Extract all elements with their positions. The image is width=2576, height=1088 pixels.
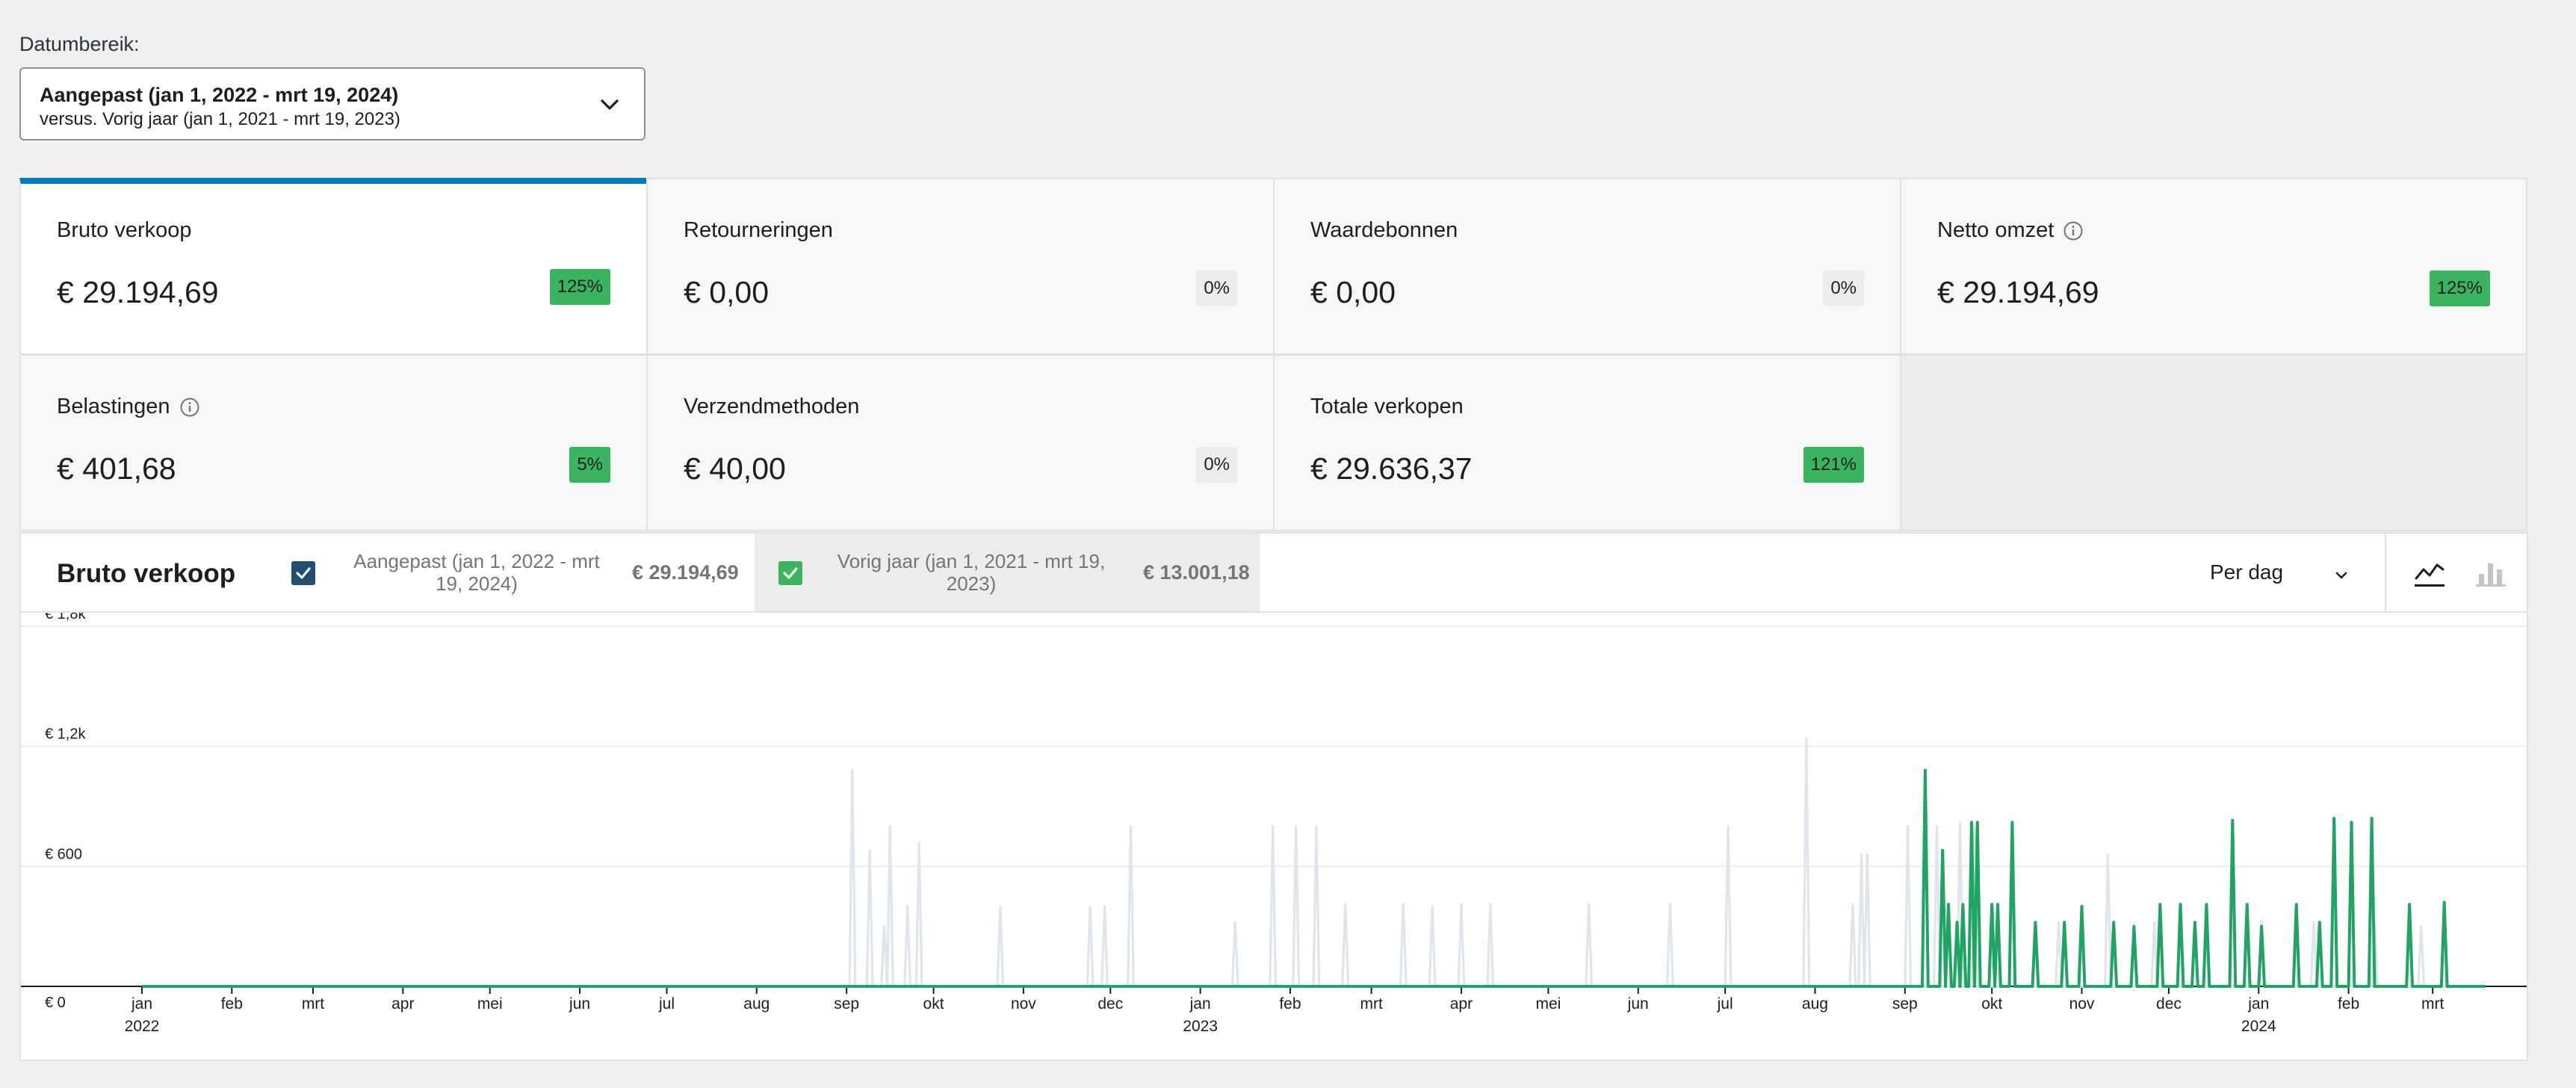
checkbox-current[interactable]	[291, 561, 315, 585]
summary-label-text: Totale verkopen	[1310, 395, 1464, 418]
summary-label-text: Waardebonnen	[1310, 218, 1458, 242]
summary-label-text: Netto omzet	[1937, 218, 2055, 242]
summary-tile-taxes[interactable]: Belastingen € 401,68 5%	[19, 354, 648, 531]
date-range-select[interactable]: Aangepast (jan 1, 2022 - mrt 19, 2024) v…	[19, 67, 645, 140]
summary-tile-label: Bruto verkoop	[57, 218, 192, 243]
summary-tile-value: € 29.194,69	[1937, 275, 2099, 309]
x-tick-label: nov	[2069, 995, 2095, 1013]
x-tick-label: dec	[2156, 995, 2182, 1013]
x-year-label: 2023	[1183, 1018, 1218, 1035]
x-tick-label: sep	[1892, 995, 1918, 1013]
checkmark-icon	[296, 567, 311, 579]
summary-tile-label: Verzendmethoden	[684, 395, 859, 419]
info-icon[interactable]	[2063, 220, 2084, 241]
x-tick-label: aug	[743, 995, 770, 1013]
x-tick-label: aug	[1802, 995, 1828, 1013]
x-tick-label: mrt	[2421, 995, 2444, 1013]
x-tick-label: mei	[1535, 995, 1561, 1013]
summary-label-text: Retourneringen	[684, 218, 833, 242]
x-tick-label: sep	[834, 995, 859, 1013]
x-tick-label: jun	[1627, 995, 1649, 1013]
x-tick-label: okt	[1981, 995, 2002, 1013]
summary-label-text: Bruto verkoop	[57, 218, 192, 242]
summary-tile-value: € 0,00	[1310, 275, 1396, 309]
summary-tile-net-revenue[interactable]: Netto omzet € 29.194,69 125%	[1900, 178, 2527, 355]
x-tick-label: jan	[1189, 995, 1211, 1013]
legend-label-previous: Vorig jaar (jan 1, 2021 - mrt 19, 2023)	[837, 550, 1106, 595]
summary-tile-value: € 0,00	[684, 275, 769, 309]
chevron-down-icon	[601, 99, 619, 110]
delta-badge: 0%	[1196, 271, 1237, 306]
delta-badge: 121%	[1803, 447, 1864, 483]
legend-item-current[interactable]: Aangepast (jan 1, 2022 - mrt 19, 2024) €…	[272, 534, 774, 611]
x-tick-label: nov	[1011, 995, 1036, 1013]
checkmark-icon	[783, 567, 798, 579]
interval-select[interactable]: Per dag	[2210, 560, 2283, 584]
x-year-label: 2022	[125, 1018, 160, 1035]
x-tick-label: mrt	[302, 995, 324, 1013]
summary-tile-empty	[1900, 354, 2527, 531]
x-tick-label: dec	[1097, 995, 1123, 1013]
summary-tile-value: € 29.636,37	[1310, 451, 1473, 486]
delta-badge: 125%	[2429, 271, 2490, 306]
summary-tile-value: € 40,00	[684, 451, 786, 486]
info-icon[interactable]	[179, 397, 200, 418]
summary-tile-value: € 29.194,69	[57, 275, 219, 309]
chart-header: Bruto verkoop Aangepast (jan 1, 2022 - m…	[21, 534, 2527, 613]
summary-tile-total-sales[interactable]: Totale verkopen € 29.636,37 121%	[1273, 354, 1901, 531]
summary-label-text: Verzendmethoden	[684, 395, 860, 418]
summary-tile-refunds[interactable]: Retourneringen € 0,00 0%	[646, 178, 1275, 355]
x-tick-label: jun	[569, 995, 590, 1013]
x-tick-label: feb	[1279, 995, 1301, 1013]
x-tick-label: feb	[2338, 995, 2359, 1013]
line-chart-icon[interactable]	[2412, 554, 2447, 590]
chart-title: Bruto verkoop	[57, 559, 236, 588]
y-tick-label: € 600	[45, 846, 82, 862]
x-tick-label: apr	[391, 995, 414, 1013]
summary-tile-label: Netto omzet	[1937, 218, 2084, 243]
summary-tiles: Bruto verkoop € 29.194,69 125% Retournering…	[19, 178, 2528, 532]
delta-badge: 125%	[549, 269, 610, 305]
x-tick-label: jan	[131, 995, 152, 1013]
summary-tile-label: Waardebonnen	[1310, 218, 1458, 243]
x-tick-label: jan	[2247, 995, 2269, 1013]
summary-tile-shipping[interactable]: Verzendmethoden € 40,00 0%	[646, 354, 1275, 531]
summary-tile-label: Retourneringen	[684, 218, 833, 243]
summary-tile-value: € 401,68	[57, 451, 176, 486]
x-tick-label: mei	[477, 995, 503, 1013]
y-tick-label: € 0	[45, 995, 66, 1011]
x-tick-label: jul	[658, 995, 675, 1013]
summary-tile-coupons[interactable]: Waardebonnen € 0,00 0%	[1273, 178, 1901, 355]
legend-total-previous: € 13.001,18	[1143, 561, 1250, 584]
delta-badge: 0%	[1196, 447, 1237, 483]
date-range-label: Datumbereik:	[19, 33, 140, 55]
delta-badge: 5%	[569, 447, 610, 483]
x-tick-label: jul	[1717, 995, 1733, 1013]
x-tick-label: feb	[221, 995, 243, 1013]
summary-tile-label: Belastingen	[57, 395, 200, 419]
legend-label-current: Aangepast (jan 1, 2022 - mrt 19, 2024)	[353, 550, 600, 595]
sales-line-chart: € 0 € 600 € 1,2k € 1,8k jan feb mrt apr mei jun ju…	[21, 613, 2527, 1035]
header-divider	[2385, 534, 2386, 611]
y-tick-label: € 1,8k	[45, 613, 86, 622]
summary-tile-label: Totale verkopen	[1310, 395, 1464, 419]
x-tick-label: mrt	[1360, 995, 1382, 1013]
date-range-primary: Aangepast (jan 1, 2022 - mrt 19, 2024)	[40, 84, 399, 106]
date-range-comparison: versus. Vorig jaar (jan 1, 2021 - mrt 19…	[40, 109, 400, 129]
checkbox-previous[interactable]	[778, 561, 802, 585]
x-year-label: 2024	[2241, 1018, 2276, 1035]
delta-badge: 0%	[1823, 271, 1864, 306]
x-tick-label: apr	[1450, 995, 1473, 1013]
chevron-down-icon[interactable]	[2332, 566, 2350, 584]
summary-label-text: Belastingen	[57, 395, 170, 418]
legend-item-previous[interactable]: Vorig jaar (jan 1, 2021 - mrt 19, 2023) …	[755, 534, 1260, 611]
bar-chart-icon[interactable]	[2473, 554, 2509, 590]
y-tick-label: € 1,2k	[45, 726, 86, 743]
summary-tile-gross-sales[interactable]: Bruto verkoop € 29.194,69 125%	[19, 178, 648, 355]
legend-total-current: € 29.194,69	[632, 561, 739, 584]
x-tick-label: okt	[923, 995, 944, 1013]
chart-panel: Bruto verkoop Aangepast (jan 1, 2022 - m…	[19, 532, 2528, 1061]
